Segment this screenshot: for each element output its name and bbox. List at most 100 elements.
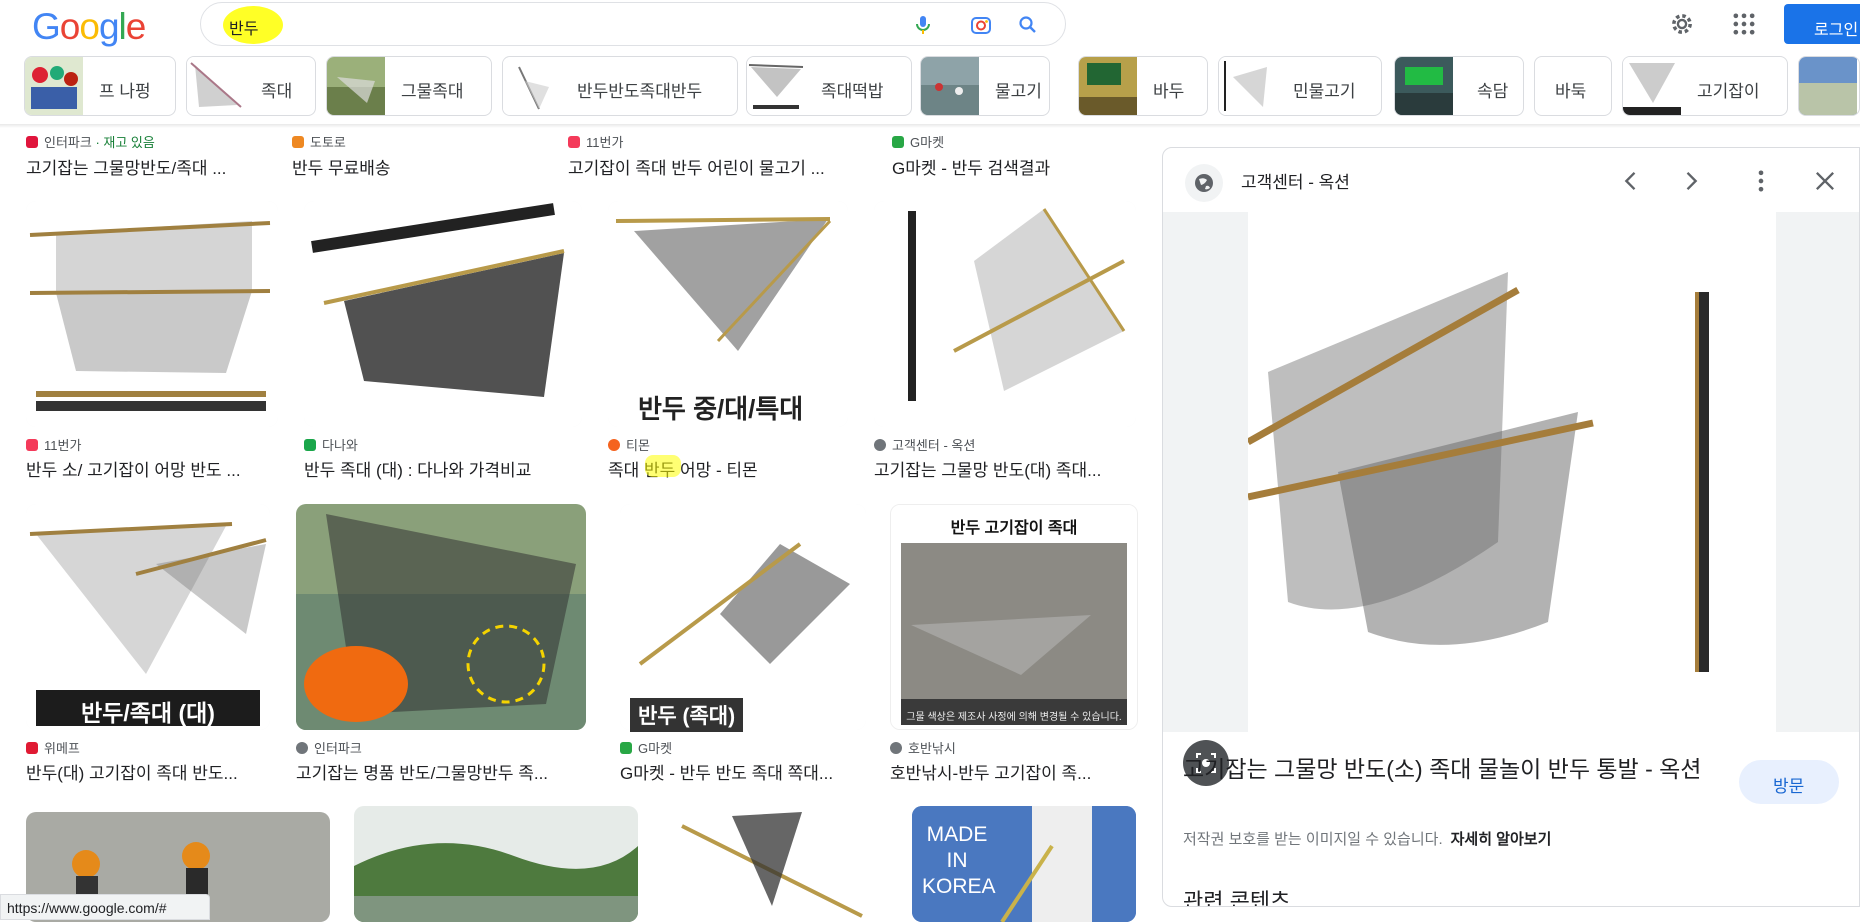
result-title[interactable]: 고기잡이 족대 반두 어린이 물고기 ... xyxy=(568,154,853,179)
search-icon[interactable] xyxy=(1016,13,1040,37)
source-name: 인터파크 xyxy=(44,135,92,150)
more-options-icon[interactable] xyxy=(1747,167,1775,195)
chip[interactable]: 속담 xyxy=(1394,56,1524,116)
result-title[interactable]: 족대 반두 어망 - 티몬 xyxy=(608,456,848,481)
danawa-favicon-icon xyxy=(304,439,316,451)
result-title[interactable]: G마켓 - 반두 반도 족대 쪽대... xyxy=(620,759,866,784)
result-source: 위메프 xyxy=(26,738,80,757)
net-thumb-icon xyxy=(503,57,561,115)
chip-overflow[interactable] xyxy=(1798,56,1860,116)
apps-grid-icon[interactable] xyxy=(1730,10,1758,38)
google-logo[interactable]: Google xyxy=(32,6,146,48)
result-card[interactable]: 도토로 반두 무료배송 xyxy=(292,132,552,179)
chip[interactable]: 고기잡이 xyxy=(1622,56,1788,116)
preview-image[interactable] xyxy=(1246,212,1776,732)
result-card[interactable]: 반두 (족대) G마켓 G마켓 - 반두 반도 족대 쪽대... xyxy=(620,504,866,784)
image-caption: 반두 중/대/특대 xyxy=(638,394,804,424)
result-card[interactable]: 반두/족대 (대) 위메프 반두(대) 고기잡이 족대 반도... xyxy=(26,504,270,784)
source-name: 11번가 xyxy=(44,438,82,453)
chip-label: 고기잡이 xyxy=(1697,82,1760,101)
result-title[interactable]: 고기잡는 명품 반도/그물망반두 족... xyxy=(296,759,586,784)
fishing-net-image-icon xyxy=(304,201,582,427)
chip[interactable]: 바두 xyxy=(1078,56,1208,116)
result-card[interactable]: MADE IN KOREA xyxy=(912,806,1136,922)
result-card[interactable]: 다나와 반두 족대 (대) : 다나와 가격비교 xyxy=(304,201,582,481)
search-box[interactable]: 반두 xyxy=(200,2,1066,46)
chip[interactable]: 그물족대 xyxy=(326,56,492,116)
result-image[interactable] xyxy=(874,201,1136,427)
panel-source-name[interactable]: 고객센터 - 옥션 xyxy=(1241,168,1350,193)
result-source: 11번가 xyxy=(568,132,623,151)
result-source: 인터파크 xyxy=(296,738,362,757)
panel-header: 고객센터 - 옥션 xyxy=(1163,148,1859,210)
result-image[interactable] xyxy=(26,201,278,427)
result-title[interactable]: 호반낚시-반두 고기잡이 족... xyxy=(890,759,1138,784)
previous-chevron-icon[interactable] xyxy=(1617,167,1645,195)
result-image[interactable] xyxy=(620,504,866,730)
close-icon[interactable] xyxy=(1811,167,1839,195)
lens-camera-icon[interactable] xyxy=(969,13,993,37)
result-title[interactable]: 반두(대) 고기잡이 족대 반도... xyxy=(26,759,270,784)
chip[interactable]: 족대떡밥 xyxy=(746,56,912,116)
people-thumb-icon xyxy=(25,57,83,115)
source-name: 위메프 xyxy=(44,741,80,756)
fishing-net-photo-icon xyxy=(891,505,1137,729)
chip-label: 족대떡밥 xyxy=(821,82,884,101)
result-card[interactable]: 고객센터 - 옥션 고기잡는 그물망 반도(대) 족대... xyxy=(874,201,1136,481)
photo-thumb-icon xyxy=(1799,57,1857,115)
next-chevron-icon[interactable] xyxy=(1677,167,1705,195)
result-card[interactable]: 11번가 반두 소/ 고기잡이 어망 반도 ... xyxy=(26,201,278,481)
result-title[interactable]: 고기잡는 그물망 반도(대) 족대... xyxy=(874,456,1136,481)
chip[interactable]: 바둑 xyxy=(1534,56,1612,116)
logo-letter: o xyxy=(59,6,81,47)
result-card[interactable] xyxy=(662,806,888,922)
result-source: 티몬 xyxy=(608,435,650,454)
result-title[interactable]: 반두 무료배송 xyxy=(292,154,552,179)
chip[interactable]: 물고기 xyxy=(920,56,1050,116)
result-title[interactable]: 고기잡는 그물망반도/족대 ... xyxy=(26,154,266,179)
result-card[interactable]: 반두 고기잡이 족대 그물 색상은 제조사 사정에 의해 변경될 수 있습니다.… xyxy=(890,504,1138,784)
net-thumb-icon xyxy=(327,57,385,115)
source-name: 도토로 xyxy=(310,135,346,150)
result-card[interactable]: 반두 중/대/특대 티몬 족대 반두 어망 - 티몬 xyxy=(608,201,848,481)
preview-image-area xyxy=(1163,212,1859,786)
result-card[interactable]: 인터파크 · 재고 있음 고기잡는 그물망반도/족대 ... xyxy=(26,132,266,179)
fishing-net-image-icon xyxy=(620,504,866,730)
result-card[interactable]: 11번가 고기잡이 족대 반두 어린이 물고기 ... xyxy=(568,132,853,179)
result-card[interactable]: G마켓 G마켓 - 반두 검색결과 xyxy=(892,132,1152,179)
chip-label: 민물고기 xyxy=(1293,82,1356,101)
panel-title[interactable]: 고기잡는 그물망 반도(소) 족대 물놀이 반두 통발 - 옥션 xyxy=(1183,754,1723,785)
result-card[interactable]: 인터파크 고기잡는 명품 반도/그물망반두 족... xyxy=(296,504,586,784)
result-image[interactable] xyxy=(296,504,586,730)
11st-favicon-icon xyxy=(26,439,38,451)
chip-label: 그물족대 xyxy=(401,82,464,101)
search-input[interactable]: 반두 xyxy=(229,15,258,39)
result-title[interactable]: 반두 족대 (대) : 다나와 가격비교 xyxy=(304,456,582,481)
login-button[interactable]: 로그인 xyxy=(1784,4,1860,44)
wemakeprice-favicon-icon xyxy=(26,742,38,754)
result-image[interactable] xyxy=(354,806,638,922)
net-thumb-icon xyxy=(1219,57,1277,115)
status-bar-url: https://www.google.com/# xyxy=(0,894,210,920)
interpark-favicon-icon xyxy=(26,136,38,148)
result-source: 고객센터 - 옥션 xyxy=(874,435,975,454)
chip[interactable]: 족대 xyxy=(186,56,316,116)
result-title[interactable]: 반두 소/ 고기잡이 어망 반도 ... xyxy=(26,456,278,481)
result-image[interactable] xyxy=(304,201,582,427)
fishing-net-image-icon xyxy=(26,201,278,427)
microphone-icon[interactable] xyxy=(911,13,935,37)
result-card[interactable] xyxy=(354,806,638,922)
chip-label: 물고기 xyxy=(995,82,1042,101)
result-title[interactable]: G마켓 - 반두 검색결과 xyxy=(892,154,1152,179)
logo-letter: l xyxy=(118,6,127,47)
result-source: 도토로 xyxy=(292,132,346,151)
fishing-net-large-image-icon xyxy=(1246,212,1776,732)
chip[interactable]: 민물고기 xyxy=(1218,56,1382,116)
chip[interactable]: 프 나펑 xyxy=(24,56,176,116)
chip[interactable]: 반두반도족대반두 xyxy=(502,56,738,116)
result-image[interactable] xyxy=(662,806,888,922)
chip-label: 바두 xyxy=(1153,82,1185,101)
learn-more-link[interactable]: 자세히 알아보기 xyxy=(1451,831,1552,848)
settings-gear-icon[interactable] xyxy=(1668,10,1696,38)
visit-button[interactable]: 방문 xyxy=(1739,760,1839,804)
